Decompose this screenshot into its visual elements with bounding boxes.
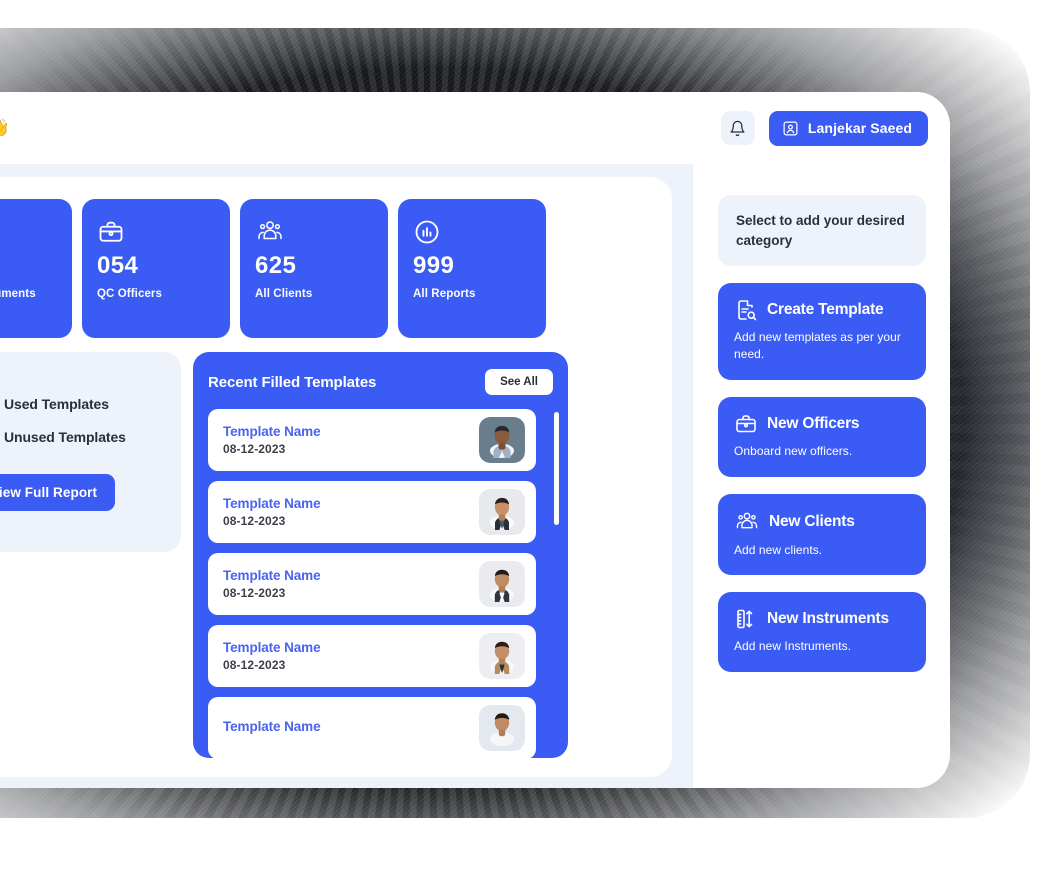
recent-title: Recent Filled Templates <box>208 373 377 391</box>
avatar <box>479 489 525 535</box>
waving-hand-icon: 👋 <box>0 118 10 137</box>
recent-header: Recent Filled Templates See All <box>208 369 553 395</box>
action-subtitle: Add new templates as per your need. <box>734 330 901 361</box>
action-title: New Officers <box>767 414 860 432</box>
template-date: 08-12-2023 <box>223 442 286 456</box>
view-full-report-button[interactable]: View Full Report <box>0 473 116 511</box>
recent-filled-templates-panel: Recent Filled Templates See All Template… <box>193 352 568 758</box>
bell-icon <box>729 120 746 137</box>
legend-item-used: Used Templates <box>0 394 163 415</box>
stat-value: 054 <box>97 252 139 279</box>
quick-actions-sidebar: Select to add your desired category Crea… <box>692 164 950 788</box>
notification-button[interactable] <box>720 111 755 145</box>
list-item-text: Template Name 08-12-2023 <box>223 640 479 672</box>
action-header: New Instruments <box>734 607 910 631</box>
briefcase-icon <box>734 412 758 436</box>
action-subtitle: Add new clients. <box>734 542 823 557</box>
action-header: New Clients <box>734 509 910 535</box>
user-account-button[interactable]: Lanjekar Saeed <box>768 110 928 146</box>
dashboard-card: 50 No of Documents 054 <box>0 177 672 777</box>
action-title: Create Template <box>767 301 884 319</box>
list-item-text: Template Name 08-12-2023 <box>223 424 479 456</box>
action-subtitle: Onboard new officers. <box>734 443 853 458</box>
app-screen: k Admin👋 <box>0 92 950 788</box>
action-header: Create Template <box>734 298 910 322</box>
avatar <box>479 561 525 607</box>
action-card-new-instruments[interactable]: New Instruments Add new Instruments. <box>718 592 926 673</box>
ruler-arrow-icon <box>734 607 758 631</box>
user-badge-icon <box>782 120 799 137</box>
list-scrollbar[interactable] <box>554 412 559 525</box>
lower-row: tal lates 99 25% Used Templates <box>0 352 648 758</box>
list-item[interactable]: Template Name 08-12-2023 <box>208 553 536 615</box>
legend-label: Unused Templates <box>4 429 126 445</box>
stat-value: 999 <box>413 252 455 279</box>
chart-legend: Used Templates Unused Templates View Ful… <box>0 394 163 511</box>
stat-value: 50 <box>0 254 57 278</box>
avatar <box>479 705 525 751</box>
list-item[interactable]: Template Name <box>208 697 536 758</box>
template-date: 08-12-2023 <box>223 658 286 672</box>
briefcase-icon <box>97 215 215 248</box>
templates-chart-panel: tal lates 99 25% Used Templates <box>0 352 181 552</box>
template-name: Template Name <box>223 424 321 439</box>
avatar <box>479 633 525 679</box>
main-content-area: 50 No of Documents 054 <box>0 164 692 788</box>
list-item[interactable]: Template Name 08-12-2023 <box>208 481 536 543</box>
list-item-text: Template Name <box>223 719 479 737</box>
stat-value: 625 <box>255 252 297 279</box>
stat-label: All Reports <box>413 288 476 300</box>
chart-circle-icon <box>413 215 531 248</box>
stat-card-all-clients[interactable]: 625 All Clients <box>240 199 388 338</box>
list-item-text: Template Name 08-12-2023 <box>223 496 479 528</box>
template-name: Template Name <box>223 640 321 655</box>
stat-card-documents[interactable]: 50 No of Documents <box>0 199 72 338</box>
document-search-icon <box>734 298 758 322</box>
stat-label: No of Documents <box>0 288 36 300</box>
stat-label: QC Officers <box>97 288 163 300</box>
template-date: 08-12-2023 <box>223 514 286 528</box>
template-name: Template Name <box>223 568 321 583</box>
action-header: New Officers <box>734 412 910 436</box>
category-hint-card: Select to add your desired category <box>718 195 926 267</box>
stat-card-all-reports[interactable]: 999 All Reports <box>398 199 546 338</box>
stat-label: All Clients <box>255 288 313 300</box>
document-icon <box>0 215 57 248</box>
screenshot-root: k Admin👋 <box>0 0 1055 889</box>
template-name: Template Name <box>223 496 321 511</box>
list-item[interactable]: Template Name 08-12-2023 <box>208 409 536 471</box>
people-group-icon <box>734 509 760 535</box>
list-item-text: Template Name 08-12-2023 <box>223 568 479 600</box>
action-card-new-officers[interactable]: New Officers Onboard new officers. <box>718 396 926 477</box>
stat-card-qc-officers[interactable]: 054 QC Officers <box>82 199 230 338</box>
page-title: k Admin👋 <box>0 117 10 139</box>
stats-row: 50 No of Documents 054 <box>0 199 648 338</box>
action-card-create-template[interactable]: Create Template Add new templates as per… <box>718 283 926 380</box>
see-all-button[interactable]: See All <box>485 369 553 395</box>
legend-item-unused: Unused Templates <box>0 427 163 448</box>
action-title: New Clients <box>769 512 855 530</box>
recent-template-list: Template Name 08-12-2023 Template Name 0… <box>208 409 553 758</box>
user-name-label: Lanjekar Saeed <box>807 120 912 136</box>
top-bar: k Admin👋 <box>0 92 950 164</box>
action-title: New Instruments <box>767 610 889 628</box>
avatar <box>479 417 525 463</box>
list-item[interactable]: Template Name 08-12-2023 <box>208 625 536 687</box>
body-split: 50 No of Documents 054 <box>0 164 950 788</box>
people-group-icon <box>255 215 373 248</box>
legend-label: Used Templates <box>4 396 109 412</box>
template-date: 08-12-2023 <box>223 586 286 600</box>
template-name: Template Name <box>223 719 321 734</box>
action-card-new-clients[interactable]: New Clients Add new clients. <box>718 493 926 576</box>
action-subtitle: Add new Instruments. <box>734 639 852 654</box>
